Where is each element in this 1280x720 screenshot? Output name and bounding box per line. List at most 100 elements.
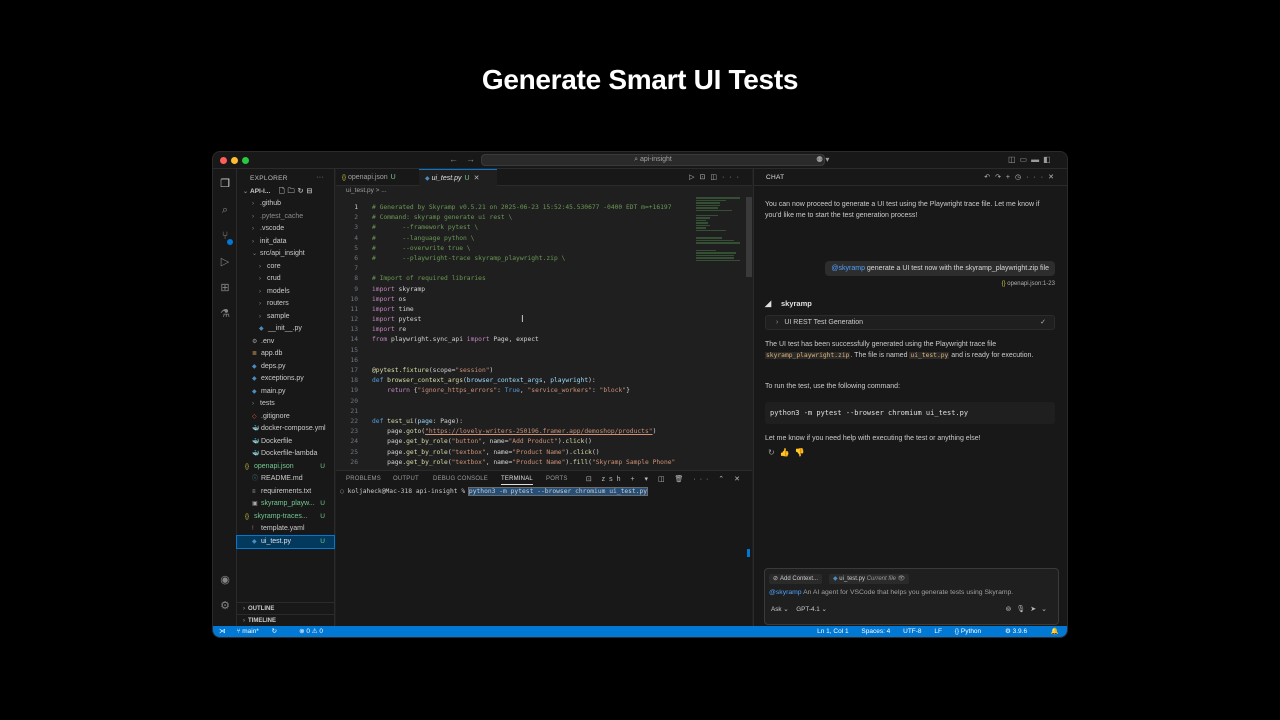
encoding[interactable]: UTF-8 xyxy=(903,628,921,635)
extensions-icon[interactable]: ⊞ xyxy=(218,281,232,295)
tree-item[interactable]: › .github xyxy=(237,198,334,211)
tree-item[interactable]: › init_data xyxy=(237,236,334,249)
search-icon[interactable]: ⌕ xyxy=(218,203,232,217)
editor-scrollbar[interactable] xyxy=(746,197,752,277)
tree-item[interactable]: ◇ .gitignore xyxy=(237,411,334,424)
mode-select[interactable]: Ask ⌄ xyxy=(771,606,789,613)
notifications-icon[interactable]: 🔔 xyxy=(1051,628,1059,635)
branch-indicator[interactable]: ⑂ main* ↻ xyxy=(237,628,289,635)
terminal-line[interactable]: ○ koljaheck@Mac-318 api-insight % python… xyxy=(336,487,752,496)
tree-item[interactable]: 🐳 docker-compose.yml xyxy=(237,423,334,436)
chat-input[interactable]: ⊘ Add Context... ◆ ui_test.py Current fil… xyxy=(764,568,1059,625)
command-center-search[interactable]: ⌕ api-insight xyxy=(481,154,825,166)
editor-actions[interactable]: ▷⊡◫··· xyxy=(689,173,744,181)
minimize-window-button[interactable] xyxy=(231,157,238,164)
project-root[interactable]: ⌄ API-I... 🗋🗀↻⊟ xyxy=(237,186,334,198)
close-tab-icon[interactable]: ✕ xyxy=(474,175,480,182)
tree-item[interactable]: › routers xyxy=(237,298,334,311)
line-number: 3 xyxy=(354,224,358,232)
tree-item[interactable]: ≣ app.db xyxy=(237,348,334,361)
code-editor[interactable]: 1 # Generated by Skyramp v0.5.21 on 2025-… xyxy=(336,203,696,469)
tree-item[interactable]: ! template.yaml xyxy=(237,523,334,536)
tree-item[interactable]: ▣ skyramp_playw... U xyxy=(237,498,334,511)
tree-item[interactable]: › .vscode xyxy=(237,223,334,236)
outline-section[interactable]: › OUTLINE xyxy=(237,602,335,614)
python-version[interactable]: ⚙ 3.9.6 xyxy=(1005,628,1038,635)
explorer-actions[interactable]: 🗋🗀↻⊟ xyxy=(279,186,315,198)
back-arrow-icon[interactable]: ← xyxy=(449,154,458,164)
py-file-icon: ◆ xyxy=(252,376,257,382)
minimap[interactable] xyxy=(696,197,742,261)
copilot-icon[interactable]: ⚉ ▾ xyxy=(816,155,829,164)
testing-icon[interactable]: ⚗ xyxy=(218,307,232,321)
line-ending[interactable]: LF xyxy=(934,628,942,635)
maximize-window-button[interactable] xyxy=(242,157,249,164)
tree-item-label: deps.py xyxy=(261,362,286,370)
code-line: 3 # --framework pytest \ xyxy=(336,223,696,233)
send-controls[interactable]: ⊚🎙➤⌄ xyxy=(1006,605,1052,613)
tree-item[interactable]: 🐳 Dockerfile xyxy=(237,436,334,449)
tab-openapi-json[interactable]: {} openapi.json U xyxy=(336,169,418,186)
add-context-button[interactable]: ⊘ Add Context... xyxy=(769,574,823,584)
minimap-line xyxy=(696,239,734,241)
tree-item[interactable]: ⚙ .env xyxy=(237,336,334,349)
cursor-position[interactable]: Ln 1, Col 1 xyxy=(817,628,848,635)
tree-item-label: sample xyxy=(267,312,290,320)
more-actions-icon[interactable]: ··· xyxy=(316,174,324,181)
tree-item[interactable]: › .pytest_cache xyxy=(237,211,334,224)
tree-item-label: .github xyxy=(260,200,282,207)
tree-item[interactable]: ◆ ui_test.py U xyxy=(236,534,335,549)
code-token: # --framework pytest \ xyxy=(372,224,479,232)
panel-tab[interactable]: PORTS xyxy=(546,476,568,482)
tree-item[interactable]: ⌄ src/api_insight xyxy=(237,248,334,261)
tab-ui-test-py[interactable]: ◆ ui_test.py U ✕ xyxy=(419,169,497,186)
run-debug-icon[interactable]: ▷ xyxy=(218,255,232,269)
chat-actions[interactable]: ↶↷+◷···✕ xyxy=(984,173,1059,181)
code-token: ). xyxy=(565,448,573,456)
panel-tab[interactable]: DEBUG CONSOLE xyxy=(433,476,488,482)
page-headline: Generate Smart UI Tests xyxy=(481,64,799,95)
language-mode[interactable]: {} Python xyxy=(955,628,992,635)
line-number: 20 xyxy=(350,397,358,405)
model-select[interactable]: GPT-4.1 ⌄ xyxy=(796,606,826,613)
tree-item[interactable]: 🐳 Dockerfile-lambda xyxy=(237,448,334,461)
tree-item[interactable]: ◆ main.py xyxy=(237,386,334,399)
tree-item[interactable]: ◆ deps.py xyxy=(237,361,334,374)
tree-item[interactable]: ≡ requirements.txt xyxy=(237,486,334,499)
tree-item[interactable]: › models xyxy=(237,286,334,299)
tool-invocation[interactable]: › UI REST Test Generation ✓ xyxy=(765,315,1055,330)
forward-arrow-icon[interactable]: → xyxy=(466,154,475,164)
indentation[interactable]: Spaces: 4 xyxy=(861,628,890,635)
remote-icon[interactable]: ⋊ xyxy=(219,628,226,635)
tree-item[interactable]: › tests xyxy=(237,398,334,411)
panel-tab[interactable]: TERMINAL xyxy=(501,476,533,485)
chevron-icon: › xyxy=(259,301,261,307)
current-file-chip[interactable]: ◆ ui_test.py Current file 👁 xyxy=(829,574,910,584)
feedback-icons[interactable]: ↻👍👎 xyxy=(768,448,810,457)
timeline-section[interactable]: › TIMELINE xyxy=(237,614,335,626)
breadcrumb[interactable]: ui_test.py > ... xyxy=(336,186,752,196)
minimap-line xyxy=(696,214,718,216)
close-window-button[interactable] xyxy=(220,157,227,164)
docker-file-icon: 🐳 xyxy=(252,438,260,445)
tree-item[interactable]: {} openapi.json U xyxy=(237,461,334,474)
panel-tab[interactable]: OUTPUT xyxy=(393,476,419,482)
account-icon[interactable]: ◉ xyxy=(218,573,232,587)
code-token: goto xyxy=(406,428,422,436)
tree-item[interactable]: › core xyxy=(237,261,334,274)
layout-toggle-icons[interactable]: ◫▭▬◧ xyxy=(1008,155,1055,164)
panel-actions[interactable]: ⊡ zsh + ▾ ◫ 🗑 ··· ⌃ ✕ xyxy=(586,475,744,483)
tree-item[interactable]: › crud xyxy=(237,273,334,286)
tree-item[interactable]: ◆ exceptions.py xyxy=(237,373,334,386)
settings-gear-icon[interactable]: ⚙ xyxy=(218,599,232,613)
code-line: 14 from playwright.sync_api import Page, … xyxy=(336,335,696,345)
panel-tab[interactable]: PROBLEMS xyxy=(346,476,381,482)
problems-indicator[interactable]: ⊗ 0 ⚠ 0 xyxy=(299,628,323,635)
tree-item[interactable]: › sample xyxy=(237,311,334,324)
tree-item[interactable]: {} skyramp-traces... U xyxy=(237,511,334,524)
explorer-icon[interactable]: ❐ xyxy=(218,177,232,191)
reference-chip[interactable]: {} openapi.json:1-23 xyxy=(1002,281,1055,287)
command-code-block[interactable]: python3 -m pytest --browser chromium ui_… xyxy=(765,402,1055,424)
tree-item[interactable]: ◆ __init__.py xyxy=(237,323,334,336)
tree-item[interactable]: ⓘ README.md xyxy=(237,473,334,486)
